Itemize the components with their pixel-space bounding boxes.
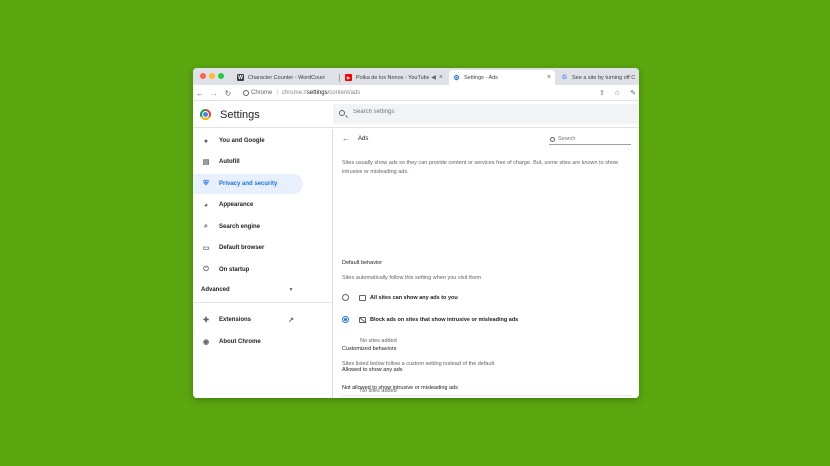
sidebar-item-label: Autofill (219, 159, 240, 165)
ads-icon (359, 295, 366, 301)
clipboard-icon: ▤ (202, 159, 210, 166)
ads-search-input[interactable] (558, 136, 628, 142)
default-behavior-subtitle: Sites automatically follow this setting … (342, 275, 482, 281)
sidebar-item-default-browser[interactable]: ▭ Default browser (193, 238, 303, 258)
tab-separator (339, 74, 340, 82)
sidebar-item-on-startup[interactable]: ⏻ On startup (193, 260, 303, 280)
reload-button[interactable]: ↻ (223, 88, 233, 98)
sidebar-item-label: Appearance (219, 202, 254, 208)
ads-settings-panel: ← Ads Sites usually show ads so they can… (333, 129, 639, 398)
tab-label: Polka de los Ñonos - YouTube (356, 74, 430, 81)
page-title: Settings (220, 109, 260, 121)
settings-search-input[interactable] (353, 109, 553, 115)
settings-sidebar: ● You and Google ▤ Autofill ⛨ Privacy an… (193, 129, 333, 398)
chip-divider: | (276, 90, 278, 96)
forward-button[interactable]: → (209, 88, 219, 98)
sidebar-item-extensions[interactable]: ✚ Extensions ↗ (193, 310, 303, 330)
close-tab-icon[interactable]: × (547, 74, 551, 81)
google-favicon-icon: G (562, 74, 567, 81)
close-window-button[interactable] (200, 73, 206, 79)
option-block-ads-label: Block ads on sites that show intrusive o… (370, 317, 519, 323)
back-button[interactable]: ← (195, 88, 205, 98)
ads-description: Sites usually show ads so they can provi… (342, 160, 619, 175)
extensions-puzzle-icon[interactable]: ✎ (628, 88, 638, 98)
bookmark-star-icon[interactable]: ☆ (612, 88, 622, 98)
sidebar-item-label: Default browser (219, 245, 265, 251)
sidebar-divider (193, 302, 333, 303)
sidebar-item-label: About Chrome (219, 339, 261, 345)
tab-label: See a site by turning off Chrome (572, 74, 635, 81)
url-host: settings (306, 90, 328, 96)
sidebar-item-search-engine[interactable]: ⌕ Search engine (193, 217, 303, 237)
settings-search-bar[interactable] (333, 104, 639, 124)
tab-google-help[interactable]: G See a site by turning off Chrome (557, 70, 639, 85)
sidebar-item-label: Privacy and security (219, 181, 278, 187)
back-arrow-icon[interactable]: ← (342, 134, 350, 143)
tab-settings-ads[interactable]: ⚙ Settings - Ads × (449, 70, 555, 85)
radio-all-sites[interactable] (342, 294, 349, 301)
browser-toolbar: ← → ↻ Chrome | chrome://settings/content… (193, 85, 639, 101)
ads-blocked-icon (359, 317, 366, 323)
settings-favicon-icon: ⚙ (453, 74, 460, 82)
power-icon: ⏻ (203, 266, 209, 273)
sidebar-item-label: Extensions (219, 317, 252, 323)
sidebar-advanced-toggle[interactable]: Advanced ▼ (193, 280, 303, 300)
share-icon[interactable]: ⇧ (597, 88, 607, 98)
shield-icon: ⛨ (203, 180, 209, 187)
speaker-icon[interactable]: ◀ (431, 74, 436, 81)
search-icon: ⌕ (204, 223, 208, 230)
person-icon: ● (203, 137, 209, 145)
tab-label: Character Counter - WordCounter (248, 74, 325, 81)
customized-behaviors-heading: Customized behaviors (342, 346, 397, 352)
chevron-down-icon: ▼ (288, 287, 294, 293)
radio-block-ads[interactable] (342, 316, 349, 323)
search-icon (550, 137, 555, 142)
sidebar-item-label: On startup (219, 267, 250, 273)
url-path: /content/ads (327, 90, 361, 96)
list-divider (342, 395, 632, 396)
sidebar-item-appearance[interactable]: ◕ Appearance (193, 195, 303, 215)
section-title: Ads (358, 136, 369, 142)
palette-icon: ◕ (203, 201, 209, 209)
sidebar-item-label: Search engine (219, 224, 261, 230)
external-link-icon: ↗ (288, 317, 294, 324)
customized-behaviors-subtitle: Sites listed below follow a custom setti… (342, 361, 495, 367)
not-allowed-heading: Not allowed to show intrusive or mislead… (342, 385, 458, 391)
chrome-icon: ◉ (202, 339, 210, 346)
tab-wordcounter[interactable]: W Character Counter - WordCounter (233, 70, 329, 85)
sidebar-item-label: You and Google (219, 138, 265, 144)
default-behavior-heading: Default behavior (342, 260, 383, 266)
sidebar-item-privacy-and-security[interactable]: ⛨ Privacy and security (193, 174, 303, 194)
option-all-sites-label: All sites can show any ads to you (370, 295, 458, 301)
ads-search-box[interactable] (549, 135, 631, 145)
wordcounter-favicon-icon: W (237, 74, 244, 81)
sidebar-advanced-label: Advanced (201, 287, 230, 293)
address-bar[interactable]: Chrome | chrome://settings/content/ads (241, 87, 360, 99)
sidebar-item-you-and-google[interactable]: ● You and Google (193, 131, 303, 151)
chrome-logo-icon (200, 109, 211, 120)
settings-header: Settings (193, 102, 639, 128)
maximize-window-button[interactable] (218, 73, 224, 79)
browser-window: W Character Counter - WordCounter ▶ Polk… (193, 68, 639, 398)
youtube-favicon-icon: ▶ (345, 74, 352, 81)
tab-label: Settings - Ads (464, 74, 498, 81)
browser-icon: ▭ (202, 245, 210, 252)
tab-youtube[interactable]: ▶ Polka de los Ñonos - YouTube ◀ × (341, 70, 447, 85)
close-tab-icon[interactable]: × (439, 74, 443, 81)
sidebar-item-about-chrome[interactable]: ◉ About Chrome (193, 332, 303, 352)
site-chip: Chrome (251, 90, 273, 96)
puzzle-icon: ✚ (203, 317, 209, 324)
sidebar-item-autofill[interactable]: ▤ Autofill (193, 152, 303, 172)
search-icon (339, 110, 345, 116)
minimize-window-button[interactable] (209, 73, 215, 79)
tab-strip: W Character Counter - WordCounter ▶ Polk… (193, 68, 639, 85)
url-scheme: chrome:// (281, 90, 307, 96)
